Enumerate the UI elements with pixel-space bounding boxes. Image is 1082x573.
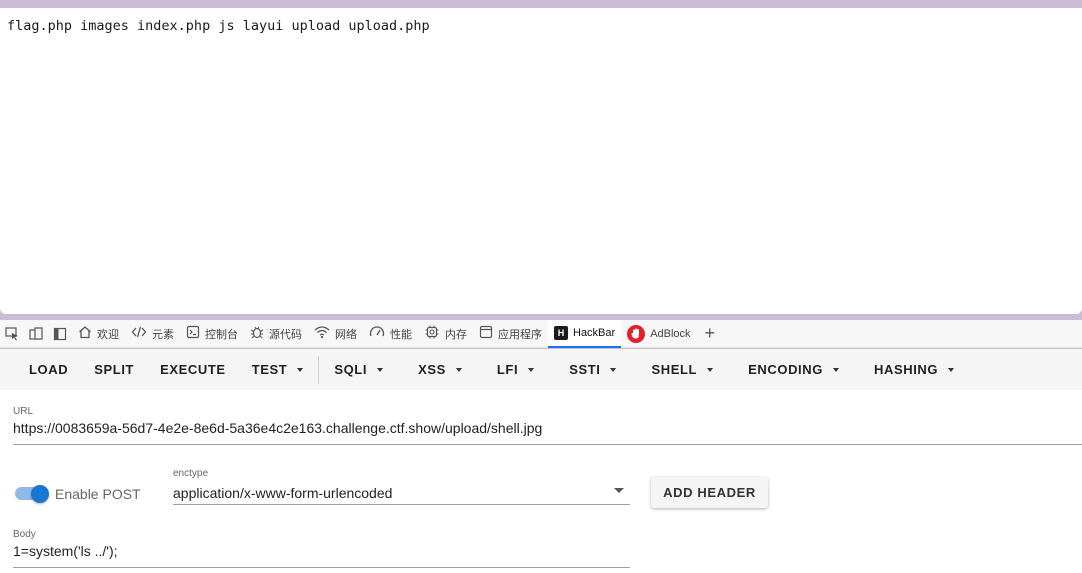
devtools-tab-bar: 欢迎 元素 控制台 源代码 网络 性能 内存 应用程序 H HackBar Ad… <box>0 319 1082 348</box>
lfi-menu-button[interactable]: LFI <box>475 349 547 390</box>
caret-down-icon <box>832 367 839 372</box>
add-header-label: ADD HEADER <box>663 485 756 500</box>
dock-side-icon[interactable] <box>48 320 72 348</box>
url-input[interactable]: https://0083659a-56d7-4e2e-8e6d-5a36e4c2… <box>13 420 542 436</box>
tab-hackbar[interactable]: H HackBar <box>548 319 622 348</box>
browser-frame-top <box>0 0 1082 8</box>
enable-post-toggle-thumb[interactable] <box>31 485 49 503</box>
hackbar-toolbar: LOAD SPLIT EXECUTE TEST SQLI XSS LFI SST… <box>0 349 1082 390</box>
caret-down-icon <box>377 367 384 372</box>
xss-menu-button[interactable]: XSS <box>396 349 475 390</box>
tab-console[interactable]: 控制台 <box>180 320 244 348</box>
ssti-menu-button[interactable]: SSTI <box>547 349 629 390</box>
hackbar-logo-icon: H <box>554 325 568 340</box>
encoding-menu-button[interactable]: ENCODING <box>726 349 852 390</box>
tab-welcome[interactable]: 欢迎 <box>72 320 125 348</box>
tab-label: AdBlock <box>650 327 691 340</box>
bug-icon <box>250 325 264 342</box>
tab-elements[interactable]: 元素 <box>125 320 180 348</box>
add-header-button[interactable]: ADD HEADER <box>651 477 768 508</box>
xss-menu-label: XSS <box>418 362 446 377</box>
wifi-icon <box>314 325 330 342</box>
chevron-down-icon[interactable] <box>614 488 624 493</box>
tab-label: 内存 <box>445 328 467 341</box>
hackbar-form-panel: URL https://0083659a-56d7-4e2e-8e6d-5a36… <box>0 390 1082 573</box>
hashing-menu-button[interactable]: HASHING <box>852 349 967 390</box>
inspect-element-icon[interactable] <box>0 320 24 348</box>
body-field-label: Body <box>13 529 36 540</box>
execute-button[interactable]: EXECUTE <box>147 349 239 390</box>
shell-menu-button[interactable]: SHELL <box>629 349 726 390</box>
url-field-label: URL <box>13 406 34 417</box>
url-input-underline <box>13 444 1082 445</box>
test-menu-button[interactable]: TEST <box>239 349 317 390</box>
lfi-menu-label: LFI <box>496 362 519 377</box>
tab-label: 元素 <box>152 328 174 341</box>
tab-network[interactable]: 网络 <box>308 320 363 348</box>
caret-down-icon <box>528 367 535 372</box>
sqli-menu-button[interactable]: SQLI <box>321 349 396 390</box>
code-icon <box>131 325 147 342</box>
enctype-select-underline <box>173 504 630 505</box>
tab-label: 源代码 <box>269 328 302 341</box>
test-menu-label: TEST <box>251 362 288 377</box>
encoding-menu-label: ENCODING <box>748 362 823 377</box>
tab-memory[interactable]: 内存 <box>418 320 473 348</box>
gauge-icon <box>369 325 385 342</box>
shell-menu-label: SHELL <box>651 362 698 377</box>
tab-adblock[interactable]: AdBlock <box>621 320 696 348</box>
hashing-menu-label: HASHING <box>873 362 939 377</box>
tab-label: HackBar <box>573 326 616 339</box>
split-button[interactable]: SPLIT <box>81 349 147 390</box>
device-emulation-icon[interactable] <box>24 320 48 348</box>
load-button-label: LOAD <box>29 362 69 377</box>
home-icon <box>78 325 92 342</box>
enable-post-label: Enable POST <box>55 486 141 502</box>
caret-down-icon <box>297 367 304 372</box>
directory-listing-output: flag.php images index.php js layui uploa… <box>7 18 430 34</box>
tab-label: 性能 <box>390 328 412 341</box>
tab-label: 欢迎 <box>97 328 119 341</box>
chip-icon <box>424 324 440 343</box>
tab-label: 控制台 <box>205 328 238 341</box>
execute-button-label: EXECUTE <box>160 362 226 377</box>
tab-application[interactable]: 应用程序 <box>473 320 548 348</box>
tab-performance[interactable]: 性能 <box>363 320 418 348</box>
caret-down-icon <box>707 367 714 372</box>
body-input-underline <box>13 567 630 568</box>
ssti-menu-label: SSTI <box>569 362 601 377</box>
window-icon <box>479 325 493 342</box>
adblock-logo-icon <box>627 324 646 343</box>
console-icon <box>186 325 200 342</box>
split-button-label: SPLIT <box>94 362 135 377</box>
tab-sources[interactable]: 源代码 <box>244 320 308 348</box>
body-input[interactable]: 1=system('ls ../'); <box>13 543 118 559</box>
tab-label: 网络 <box>335 328 357 341</box>
tab-label: 应用程序 <box>498 328 542 341</box>
add-tab-button[interactable]: + <box>697 323 724 344</box>
toolbar-divider <box>318 355 320 384</box>
page-content: flag.php images index.php js layui uploa… <box>0 8 1082 314</box>
sqli-menu-label: SQLI <box>334 362 368 377</box>
caret-down-icon <box>610 367 617 372</box>
load-button[interactable]: LOAD <box>16 349 81 390</box>
enctype-select[interactable]: application/x-www-form-urlencoded <box>173 485 392 501</box>
caret-down-icon <box>455 367 462 372</box>
enctype-label: enctype <box>173 468 209 479</box>
caret-down-icon <box>948 367 955 372</box>
